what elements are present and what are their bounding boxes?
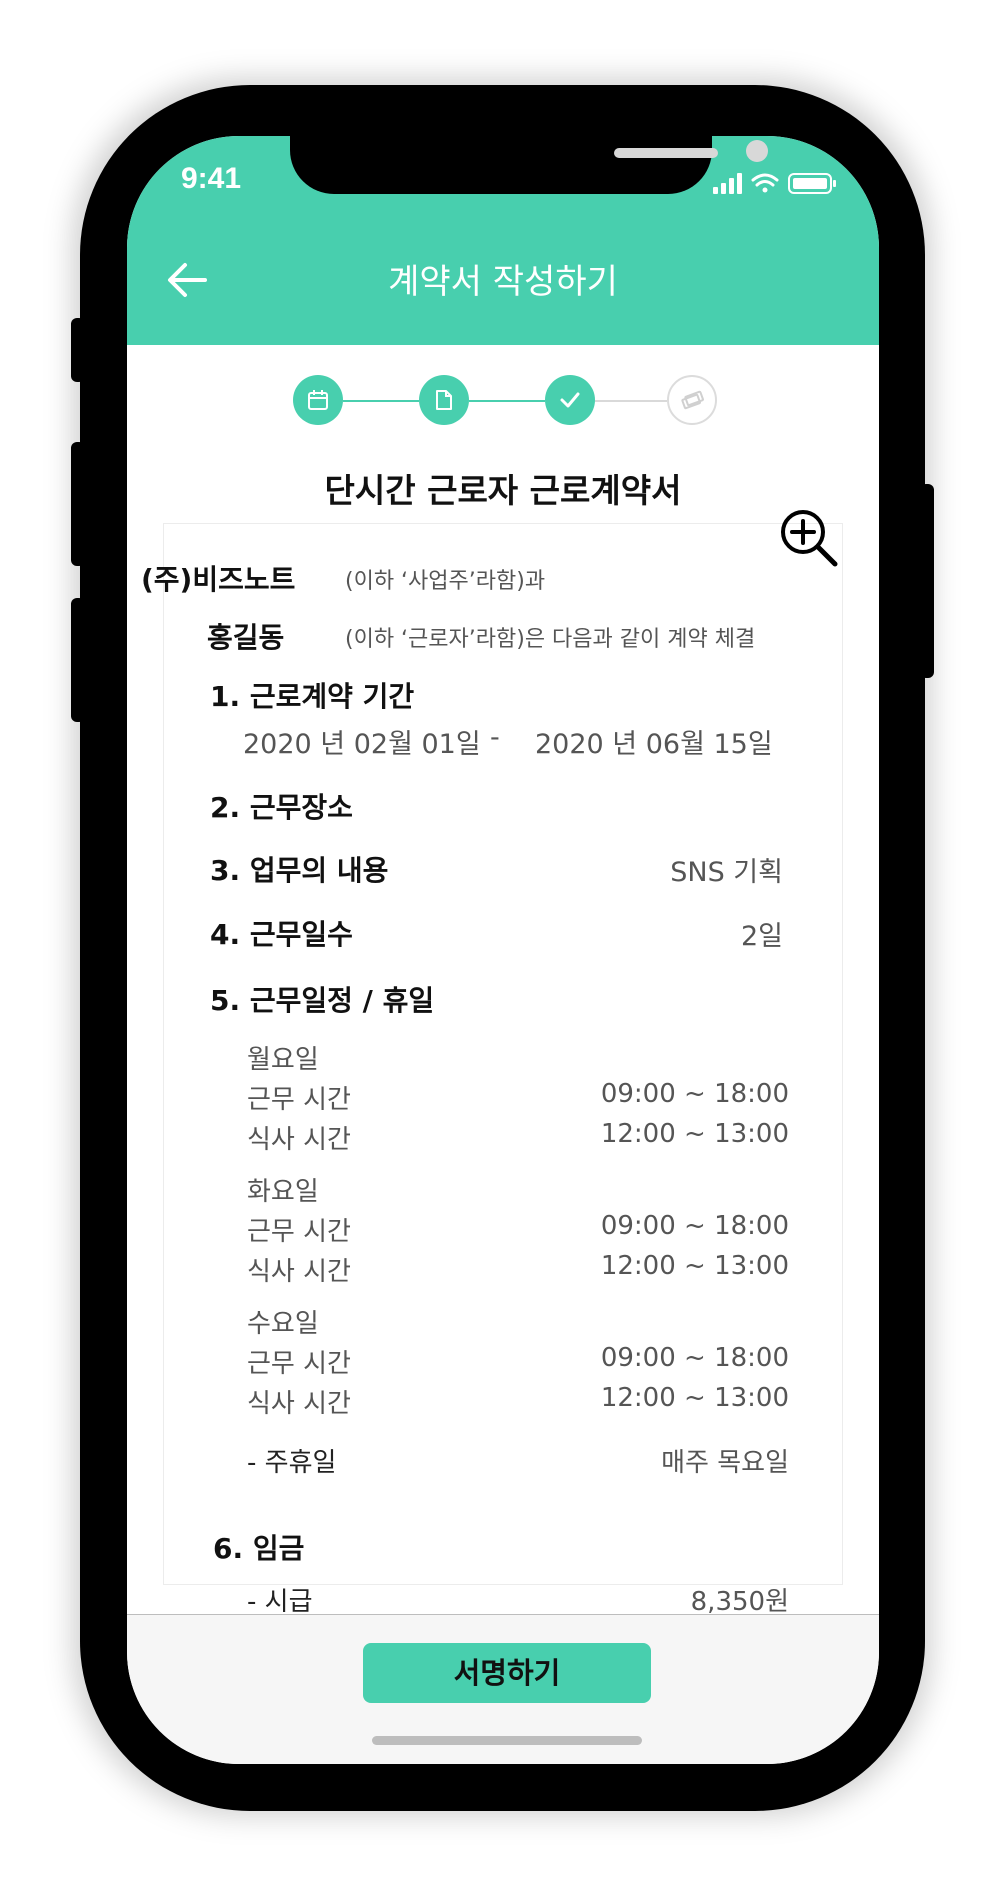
employer-note: (이하 ‘사업주’라함)과 [345, 569, 546, 594]
work-time-label: 근무 시간 [247, 1217, 351, 1247]
calendar-icon [308, 390, 328, 410]
signal-icon [713, 173, 742, 194]
day-label: 수요일 [247, 1309, 319, 1339]
app-header: 9:41 계약서 작성하기 [127, 136, 879, 345]
status-icons [713, 173, 836, 194]
work-time-label: 근무 시간 [247, 1085, 351, 1115]
section-contract-period: 1. 근로계약 기간 [210, 680, 415, 713]
employee-note: (이하 ‘근로자’라함)은 다음과 같이 계약 체결 [345, 627, 756, 652]
work-time-value: 09:00 ~ 18:00 [600, 1079, 789, 1109]
section-workplace: 2. 근무장소 [210, 791, 353, 824]
day-label: 화요일 [247, 1177, 319, 1207]
page-title: 계약서 작성하기 [388, 262, 618, 302]
meal-time-label: 식사 시간 [247, 1125, 351, 1155]
weekly-holiday-value: 매주 목요일 [661, 1448, 789, 1478]
front-camera [746, 140, 768, 162]
speaker [614, 148, 718, 158]
meal-time-label: 식사 시간 [247, 1389, 351, 1419]
step-indicator [293, 373, 717, 429]
meal-time-value: 12:00 ~ 13:00 [600, 1119, 789, 1149]
employer-name: (주)비즈노트 [141, 563, 296, 596]
battery-icon [788, 173, 836, 194]
document-icon [436, 390, 452, 410]
work-time-value: 09:00 ~ 18:00 [600, 1343, 789, 1373]
step-2 [419, 375, 469, 425]
step-connector [469, 400, 545, 402]
notch [290, 136, 768, 194]
check-icon [560, 392, 580, 408]
wifi-icon [751, 173, 779, 193]
meal-time-value: 12:00 ~ 13:00 [600, 1383, 789, 1413]
section-duties: 3. 업무의 내용 [210, 854, 389, 887]
status-time: 9:41 [181, 162, 242, 195]
step-connector [595, 400, 667, 402]
document-title: 단시간 근로자 근로계약서 [324, 471, 682, 510]
home-indicator[interactable] [372, 1736, 642, 1745]
step-connector [343, 400, 419, 402]
section-workdays: 4. 근무일수 [210, 918, 353, 951]
period-separator: - [490, 722, 500, 753]
meal-time-value: 12:00 ~ 13:00 [600, 1251, 789, 1281]
section-wage: 6. 임금 [213, 1532, 305, 1565]
duties-value: SNS 기획 [670, 857, 783, 888]
money-icon [681, 390, 704, 410]
sign-button[interactable]: 서명하기 [363, 1643, 651, 1703]
bottom-bar: 서명하기 [127, 1614, 879, 1764]
step-3 [545, 375, 595, 425]
section-schedule: 5. 근무일정 / 휴일 [210, 984, 435, 1017]
weekly-holiday-label: - 주휴일 [247, 1448, 337, 1478]
hourly-wage-value: 8,350원 [690, 1587, 789, 1617]
zoom-in-icon[interactable] [777, 506, 843, 572]
screen: 9:41 계약서 작성하기 단시간 근로자 근로계약서 (주)비즈노트 (이하 … [127, 136, 879, 1764]
work-time-label: 근무 시간 [247, 1349, 351, 1379]
step-1 [293, 375, 343, 425]
device-mockup: 9:41 계약서 작성하기 단시간 근로자 근로계약서 (주)비즈노트 (이하 … [0, 0, 1002, 1894]
meal-time-label: 식사 시간 [247, 1257, 351, 1287]
employee-name: 홍길동 [207, 621, 285, 654]
step-4 [667, 375, 717, 425]
day-label: 월요일 [247, 1045, 319, 1075]
work-time-value: 09:00 ~ 18:00 [600, 1211, 789, 1241]
period-end: 2020 년 06월 15일 [535, 729, 773, 760]
hourly-wage-label: - 시급 [247, 1587, 313, 1617]
period-start: 2020 년 02월 01일 [243, 729, 481, 760]
workdays-value: 2일 [740, 921, 783, 952]
